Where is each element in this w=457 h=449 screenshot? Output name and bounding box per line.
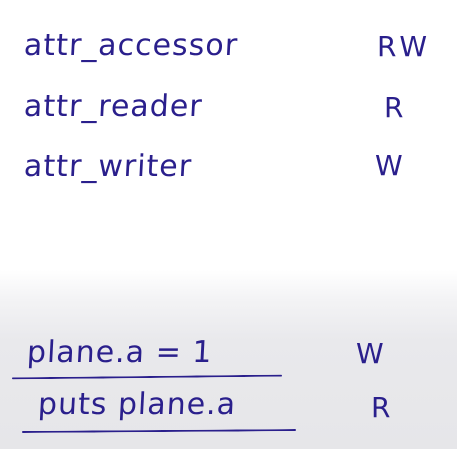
- accessor-row-reader: attr_reader R: [0, 86, 457, 146]
- example-mode: W: [356, 337, 388, 370]
- example-row-read: puts plane.a R: [0, 384, 457, 444]
- accessor-row-accessor: attr_accessor RW: [0, 25, 457, 85]
- example-code: plane.a = 1: [26, 335, 214, 370]
- whiteboard: attr_accessor RW attr_reader R attr_writ…: [0, 0, 457, 449]
- accessor-name: attr_reader: [23, 89, 204, 124]
- accessor-name: attr_writer: [23, 149, 193, 184]
- accessor-name: attr_accessor: [23, 28, 239, 63]
- example-code: puts plane.a: [37, 387, 238, 422]
- accessor-mode: R: [384, 91, 408, 124]
- example-row-write: plane.a = 1 W: [0, 330, 457, 390]
- accessor-mode: W: [375, 149, 407, 182]
- accessor-row-writer: attr_writer W: [0, 146, 457, 206]
- example-mode: R: [371, 391, 395, 424]
- accessor-mode: RW: [377, 30, 432, 63]
